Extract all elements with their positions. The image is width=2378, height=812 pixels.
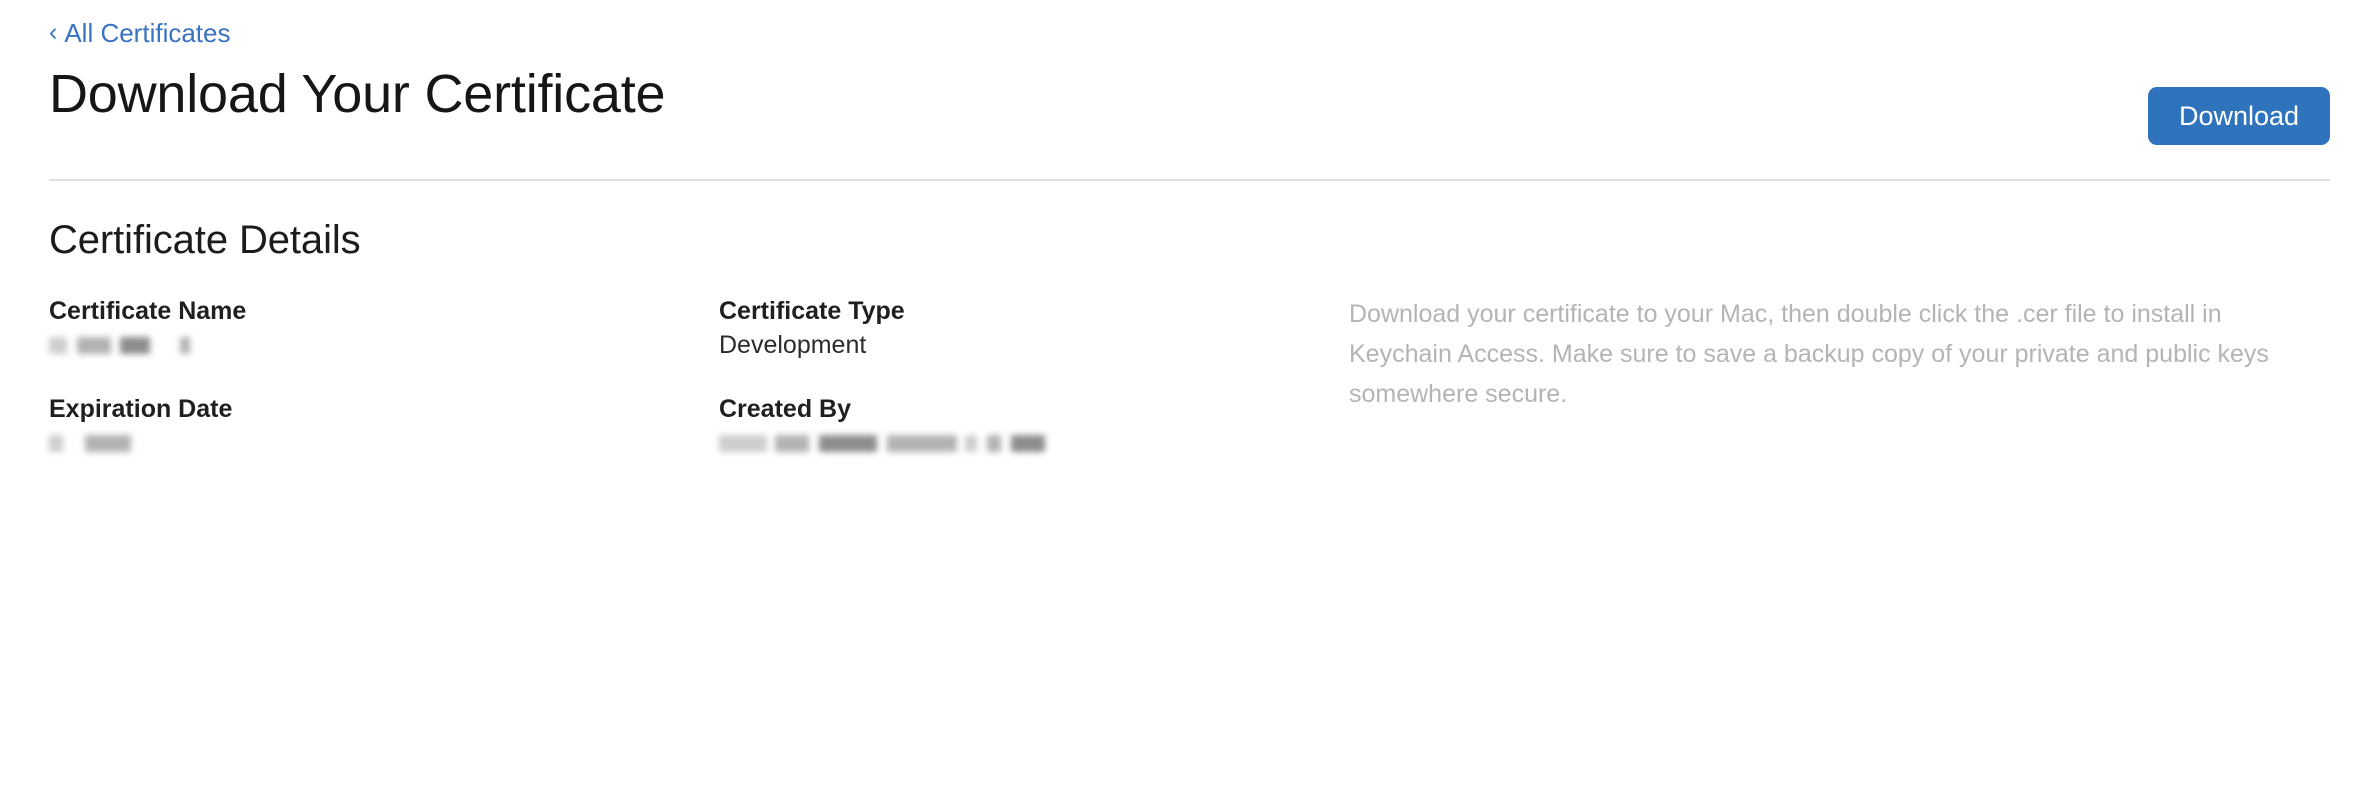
details-column-right: Download your certificate to your Mac, t… — [1349, 294, 2309, 414]
section-title: Certificate Details — [49, 218, 361, 262]
certificate-download-page: ‹ All Certificates Download Your Certifi… — [0, 0, 2378, 812]
details-column-middle: Certificate Type Development Created By — [719, 294, 1349, 460]
certificate-details-grid: Certificate Name Expiration Date Certifi… — [49, 294, 2330, 460]
field-expiration-date: Expiration Date — [49, 392, 719, 460]
details-column-left: Certificate Name Expiration Date — [49, 294, 719, 460]
page-header: Download Your Certificate Download — [49, 62, 2330, 152]
download-button[interactable]: Download — [2148, 87, 2330, 145]
field-certificate-type: Certificate Type Development — [719, 294, 1349, 362]
expiration-date-value — [49, 426, 719, 460]
certificate-type-value: Development — [719, 331, 867, 359]
back-to-all-certificates-link[interactable]: ‹ All Certificates — [49, 18, 230, 48]
certificate-name-value — [49, 328, 719, 362]
install-instructions: Download your certificate to your Mac, t… — [1349, 300, 2269, 408]
field-created-by: Created By — [719, 392, 1349, 460]
certificate-type-label: Certificate Type — [719, 297, 905, 325]
created-by-value — [719, 426, 1349, 460]
chevron-left-icon: ‹ — [49, 17, 58, 46]
expiration-date-label: Expiration Date — [49, 395, 233, 423]
field-certificate-name: Certificate Name — [49, 294, 719, 362]
created-by-label: Created By — [719, 395, 851, 423]
certificate-name-label: Certificate Name — [49, 297, 247, 325]
header-divider — [49, 179, 2330, 181]
page-title: Download Your Certificate — [49, 64, 666, 124]
back-link-label: All Certificates — [64, 18, 231, 48]
